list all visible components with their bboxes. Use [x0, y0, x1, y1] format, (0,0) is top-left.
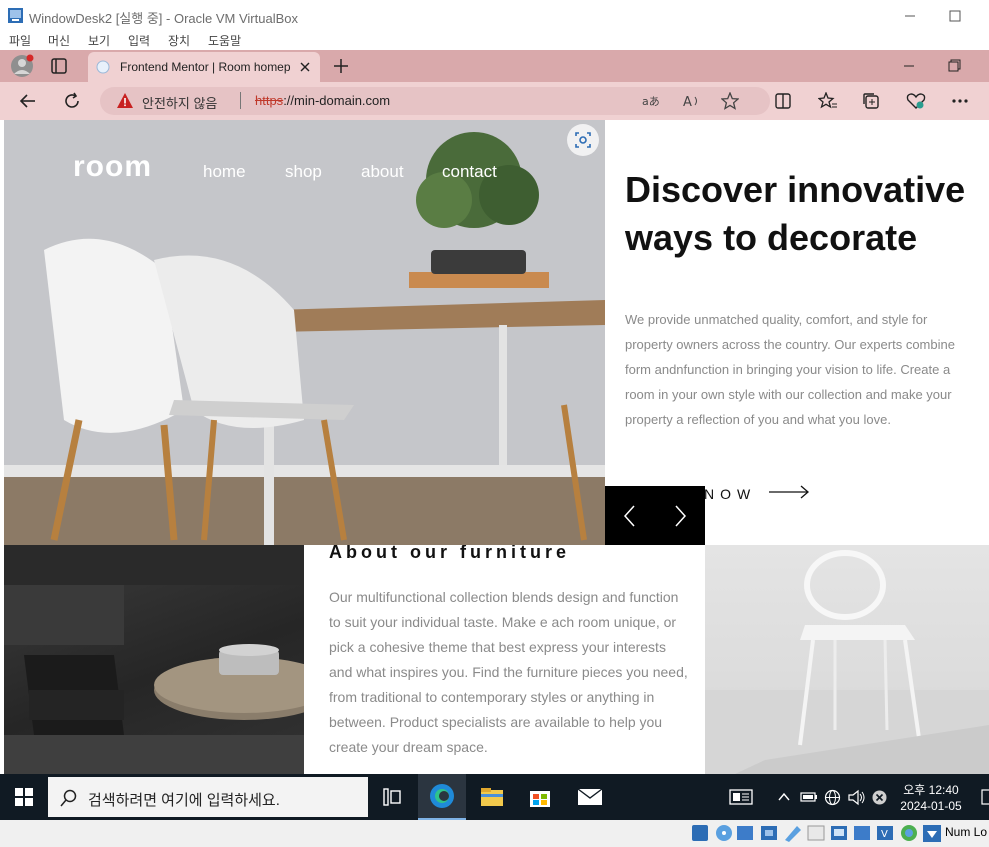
window-title: WindowDesk2 [실행 중] - Oracle VM VirtualBo…: [29, 11, 298, 26]
browser-toolbar: 안전하지 않음 https://min-domain.com aあ A: [0, 82, 989, 120]
slider-controls: [605, 486, 705, 545]
menu-file[interactable]: 파일: [9, 32, 31, 49]
svg-text:aあ: aあ: [642, 95, 660, 108]
globe-icon[interactable]: [824, 789, 841, 806]
hero-text-panel: Discover innovative ways to decorate We …: [605, 120, 989, 545]
tab-actions-icon[interactable]: [50, 57, 68, 75]
slider-next-icon[interactable]: [672, 504, 688, 528]
menu-view[interactable]: 보기: [88, 32, 110, 49]
mail-icon[interactable]: [577, 788, 603, 806]
status-device-icons[interactable]: V: [691, 823, 943, 844]
more-options-icon[interactable]: [950, 92, 970, 110]
security-label[interactable]: 안전하지 않음: [142, 93, 217, 112]
tab-title: Frontend Mentor | Room homep: [120, 60, 291, 74]
svg-text:A: A: [683, 95, 692, 109]
chevron-up-icon[interactable]: [777, 791, 791, 803]
vbox-status-bar: V Num Lo: [0, 820, 989, 847]
collections-icon[interactable]: [862, 92, 882, 110]
clock-time[interactable]: 오후 12:40: [891, 781, 971, 798]
menu-help[interactable]: 도움말: [208, 32, 241, 49]
profile-avatar[interactable]: [10, 54, 34, 78]
tab-frontend-mentor[interactable]: Frontend Mentor | Room homep: [88, 52, 320, 82]
warning-icon[interactable]: [116, 92, 134, 109]
shop-now-link[interactable]: NOW: [704, 486, 756, 502]
vbox-menu-bar: 파일 머신 보기 입력 장치 도움말: [0, 32, 989, 50]
clock-date[interactable]: 2024-01-05: [891, 799, 971, 813]
news-widget-icon[interactable]: [729, 789, 753, 805]
file-explorer-icon[interactable]: [480, 787, 504, 807]
new-tab-button[interactable]: [332, 57, 350, 75]
menu-machine[interactable]: 머신: [48, 32, 70, 49]
search-placeholder: 검색하려면 여기에 입력하세요.: [88, 792, 280, 809]
menu-devices[interactable]: 장치: [168, 32, 190, 49]
windows-taskbar: 검색하려면 여기에 입력하세요. 오후 12:40 2024-01-05: [0, 774, 989, 820]
slider-prev-icon[interactable]: [622, 504, 638, 528]
favorites-icon[interactable]: [818, 92, 838, 110]
web-page: room home shop about contact Discover in…: [4, 120, 989, 774]
network-error-icon[interactable]: [872, 790, 887, 805]
numlock-indicator: Num Lo: [945, 825, 988, 839]
vbox-title-bar: WindowDesk2 [실행 중] - Oracle VM VirtualBo…: [0, 0, 989, 32]
address-separator: [240, 92, 241, 109]
translate-icon[interactable]: aあ: [641, 93, 661, 109]
volume-icon[interactable]: [848, 789, 866, 806]
address-bar[interactable]: 안전하지 않음 https://min-domain.com aあ A: [100, 87, 770, 115]
browser-restore-button[interactable]: [945, 58, 963, 74]
site-logo[interactable]: room: [73, 150, 152, 184]
about-title: About our furniture: [329, 545, 570, 562]
url-domain: ://min-domain.com: [283, 93, 391, 108]
read-aloud-icon[interactable]: A: [682, 93, 702, 109]
loading-icon: [96, 60, 110, 74]
svg-text:V: V: [881, 829, 888, 840]
url-text[interactable]: https://min-domain.com: [255, 93, 390, 108]
url-scheme: https: [255, 93, 284, 108]
minimize-button[interactable]: [898, 8, 922, 24]
browser-essentials-icon[interactable]: [906, 92, 926, 110]
about-section: About our furniture Our multifunctional …: [304, 545, 705, 774]
virtualbox-icon: [7, 7, 24, 24]
arrow-right-icon[interactable]: [768, 485, 810, 499]
nav-shop[interactable]: shop: [285, 162, 322, 182]
browser-tab-strip: Frontend Mentor | Room homep: [0, 50, 989, 82]
hero-title: Discover innovative ways to decorate: [625, 169, 966, 258]
split-screen-icon[interactable]: [774, 92, 792, 110]
back-arrow-icon[interactable]: [18, 92, 38, 110]
notification-icon[interactable]: [980, 788, 989, 806]
search-icon: [60, 789, 78, 807]
nav-home[interactable]: home: [203, 162, 246, 182]
hero-image: room home shop about contact: [4, 120, 605, 545]
menu-input[interactable]: 입력: [128, 32, 150, 49]
edge-taskbar-icon[interactable]: [418, 774, 466, 820]
about-text: Our multifunctional collection blends de…: [329, 589, 688, 755]
windows-start-icon[interactable]: [15, 788, 33, 806]
browser-minimize-button[interactable]: [900, 58, 918, 74]
close-tab-icon[interactable]: [298, 60, 312, 74]
hero-description: We provide unmatched quality, comfort, a…: [625, 312, 955, 427]
dark-furniture-image: [4, 545, 304, 774]
refresh-icon[interactable]: [62, 91, 82, 111]
white-chair-image: [705, 545, 989, 774]
task-view-icon[interactable]: [382, 788, 402, 806]
store-icon[interactable]: [529, 786, 551, 808]
favorite-star-icon[interactable]: [721, 92, 739, 110]
maximize-button[interactable]: [943, 8, 967, 24]
nav-about[interactable]: about: [361, 162, 404, 182]
visual-search-icon[interactable]: [567, 124, 599, 156]
nav-contact[interactable]: contact: [442, 162, 497, 182]
taskbar-search-box[interactable]: 검색하려면 여기에 입력하세요.: [48, 777, 368, 817]
battery-icon[interactable]: [800, 791, 818, 803]
